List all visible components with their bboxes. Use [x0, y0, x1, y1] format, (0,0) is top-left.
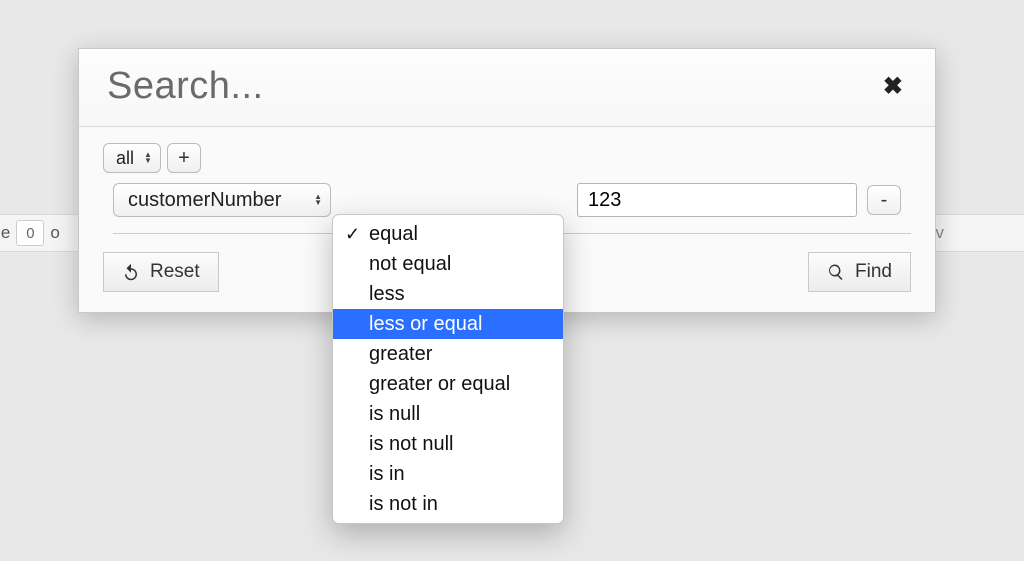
- operator-option-label: greater or equal: [369, 373, 510, 396]
- operator-option[interactable]: less: [333, 279, 563, 309]
- reset-button-label: Reset: [150, 261, 200, 283]
- operator-option[interactable]: equal: [333, 219, 563, 249]
- value-input[interactable]: [577, 183, 857, 217]
- chevron-updown-icon: ▲▼: [314, 194, 322, 206]
- remove-rule-button[interactable]: -: [867, 185, 901, 215]
- add-rule-button[interactable]: +: [167, 143, 201, 173]
- plus-icon: +: [178, 147, 190, 170]
- page-label-left: age: [0, 223, 10, 243]
- operator-option[interactable]: greater: [333, 339, 563, 369]
- close-icon[interactable]: ✖: [879, 72, 907, 101]
- search-icon: [827, 263, 845, 281]
- operator-option-label: equal: [369, 223, 418, 246]
- operator-option[interactable]: is not null: [333, 429, 563, 459]
- match-select[interactable]: all ▲▼: [103, 143, 161, 173]
- chevron-updown-icon: ▲▼: [144, 152, 152, 164]
- operator-option-label: is not null: [369, 433, 454, 456]
- field-select-label: customerNumber: [128, 189, 281, 212]
- operator-option-label: less or equal: [369, 313, 482, 336]
- bg-right-glyph: v: [936, 223, 945, 243]
- operator-option-label: is not in: [369, 493, 438, 516]
- operator-option-label: greater: [369, 343, 432, 366]
- operator-option-label: is in: [369, 463, 405, 486]
- find-button[interactable]: Find: [808, 252, 911, 292]
- page-number-input[interactable]: [16, 220, 44, 246]
- operator-option[interactable]: is not in: [333, 489, 563, 519]
- dialog-header: Search... ✖: [79, 49, 935, 127]
- operator-option[interactable]: not equal: [333, 249, 563, 279]
- operator-option[interactable]: is null: [333, 399, 563, 429]
- match-select-label: all: [116, 148, 134, 169]
- operator-option[interactable]: less or equal: [333, 309, 563, 339]
- undo-icon: [122, 263, 140, 281]
- reset-button[interactable]: Reset: [103, 252, 219, 292]
- minus-icon: -: [881, 189, 888, 212]
- operator-option[interactable]: is in: [333, 459, 563, 489]
- operator-select-slot[interactable]: [341, 183, 567, 217]
- page-label-mid: o: [50, 223, 59, 243]
- operator-option[interactable]: greater or equal: [333, 369, 563, 399]
- operator-option-label: is null: [369, 403, 420, 426]
- find-button-label: Find: [855, 261, 892, 283]
- operator-option-label: not equal: [369, 253, 451, 276]
- field-select[interactable]: customerNumber ▲▼: [113, 183, 331, 217]
- dialog-title: Search...: [107, 65, 264, 108]
- operator-dropdown: equal not equal less less or equal greater gr…: [332, 214, 564, 524]
- operator-option-label: less: [369, 283, 405, 306]
- match-row: all ▲▼ +: [103, 143, 911, 173]
